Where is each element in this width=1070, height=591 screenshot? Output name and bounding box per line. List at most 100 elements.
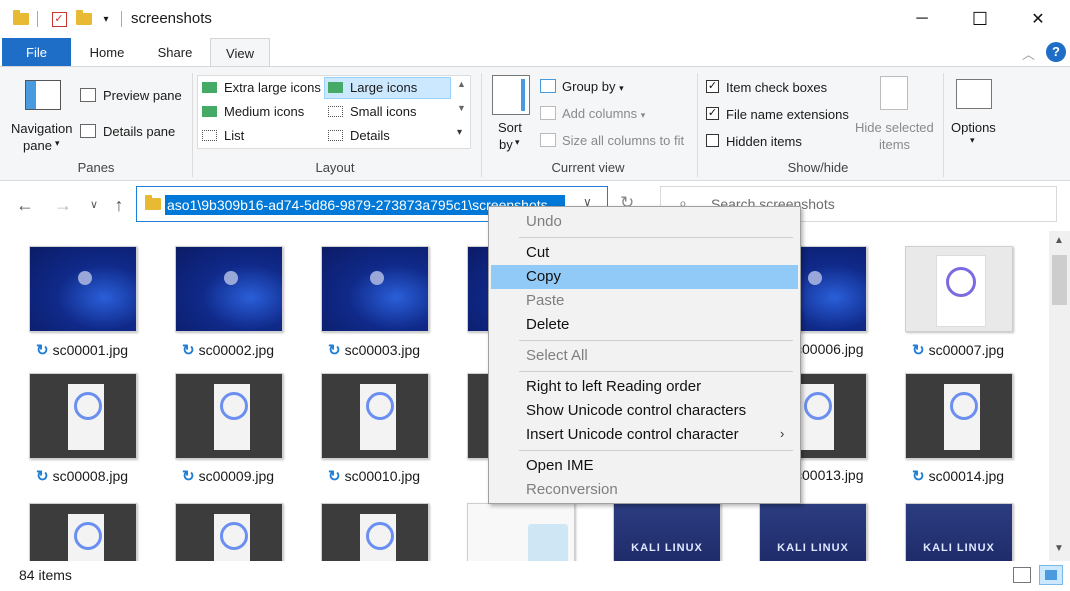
options-icon (956, 79, 992, 109)
close-button[interactable]: ✕ (1009, 0, 1067, 38)
maximize-button[interactable]: ☐ (951, 0, 1009, 38)
file-name: sc00014.jpg (928, 468, 1005, 484)
details-pane-button[interactable]: Details pane (103, 124, 175, 139)
file-item[interactable]: ↻ sc00010.jpg (328, 467, 420, 485)
chevron-down-icon: ▾ (515, 137, 520, 147)
extra-large-icons-option[interactable]: Extra large icons (202, 80, 321, 95)
ribbon-tabs: File Home Share View ︿ ? (0, 38, 1070, 67)
file-thumbnail[interactable] (29, 503, 137, 561)
file-thumbnail[interactable]: KALI LINUX (613, 503, 721, 561)
file-item[interactable]: ↻ sc00003.jpg (328, 341, 420, 359)
chevron-down-icon: ▾ (55, 138, 60, 148)
file-thumbnail[interactable] (175, 503, 283, 561)
navigation-pane-button[interactable]: Navigation pane ▾ (8, 71, 76, 159)
vertical-scrollbar[interactable]: ▲ ▼ (1049, 231, 1070, 561)
file-name-extensions-checkbox[interactable]: ✓ (706, 107, 719, 120)
file-thumbnail[interactable]: KALI LINUX (905, 503, 1013, 561)
file-item[interactable]: ↻ sc00001.jpg (36, 341, 128, 359)
sync-icon: ↻ (912, 342, 925, 359)
layout-scroll-up-icon[interactable]: ▲ (457, 79, 466, 89)
details-pane-icon (80, 124, 96, 138)
item-check-boxes-checkbox[interactable]: ✓ (706, 80, 719, 93)
large-icons-view-icon[interactable] (1039, 565, 1063, 585)
tab-home[interactable]: Home (78, 38, 136, 66)
window-title: screenshots (131, 10, 212, 27)
properties-icon[interactable]: ✓ (50, 10, 68, 28)
sort-by-button[interactable]: Sort (498, 120, 522, 135)
size-columns-icon (540, 133, 556, 147)
medium-icons-option[interactable]: Medium icons (202, 104, 304, 119)
file-thumbnail[interactable] (905, 373, 1013, 459)
navigation-pane-label: Navigation (11, 121, 73, 136)
chevron-down-icon: ▾ (970, 135, 975, 145)
file-thumbnail[interactable] (467, 503, 575, 561)
help-icon[interactable]: ? (1046, 42, 1066, 62)
file-item[interactable]: ↻ sc00008.jpg (36, 467, 128, 485)
file-thumbnail[interactable] (29, 373, 137, 459)
size-all-columns-button[interactable]: Size all columns to fit (562, 133, 684, 148)
file-item[interactable]: ↻ sc00014.jpg (912, 467, 1004, 485)
tab-share[interactable]: Share (146, 38, 204, 66)
add-columns-button[interactable]: Add columns ▾ (562, 106, 645, 121)
forward-arrow-icon[interactable]: → (53, 195, 73, 215)
file-thumbnail[interactable] (321, 503, 429, 561)
details-view-icon[interactable] (1013, 567, 1031, 583)
item-check-boxes-label: Item check boxes (726, 80, 828, 95)
file-item[interactable]: ↻ sc00007.jpg (912, 341, 1004, 359)
hidden-items-label: Hidden items (726, 134, 802, 149)
back-arrow-icon[interactable]: ← (15, 195, 35, 215)
file-thumbnail[interactable] (905, 246, 1013, 332)
minimize-button[interactable]: ─ (893, 0, 951, 38)
folder-icon (145, 195, 161, 210)
menu-item-rtl-reading-order[interactable]: Right to left Reading order (491, 375, 798, 399)
group-label-layout: Layout (315, 160, 355, 175)
file-thumbnail[interactable] (29, 246, 137, 332)
options-button[interactable]: Options (951, 120, 996, 135)
file-item[interactable]: ↻ sc00009.jpg (182, 467, 274, 485)
sync-icon: ↻ (328, 468, 341, 485)
hide-selected-label2: items (879, 137, 911, 152)
customize-toolbar-icon[interactable]: ▾ (100, 10, 112, 28)
preview-pane-button[interactable]: Preview pane (103, 88, 182, 103)
recent-locations-chevron-icon[interactable]: ∨ (84, 195, 104, 215)
menu-item-open-ime[interactable]: Open IME (491, 454, 798, 478)
file-name: sc00002.jpg (198, 342, 275, 358)
details-option[interactable]: Details (328, 128, 390, 143)
small-icons-option[interactable]: Small icons (328, 104, 416, 119)
menu-item-copy[interactable]: Copy (491, 265, 798, 289)
tab-file[interactable]: File (2, 38, 71, 66)
group-by-button[interactable]: Group by ▾ (562, 79, 624, 94)
large-icons-option[interactable]: Large icons (328, 80, 417, 95)
scrollbar-thumb[interactable] (1052, 255, 1067, 305)
file-thumbnail[interactable]: KALI LINUX (759, 503, 867, 561)
file-thumbnail[interactable] (321, 246, 429, 332)
menu-item-insert-unicode-char[interactable]: Insert Unicode control character (491, 423, 798, 447)
menu-item-undo[interactable]: Undo (491, 210, 798, 234)
item-count: 84 items (19, 567, 72, 583)
file-item[interactable]: ↻ sc00002.jpg (182, 341, 274, 359)
tab-view[interactable]: View (210, 38, 270, 67)
scroll-up-icon[interactable]: ▲ (1054, 235, 1064, 246)
menu-item-delete[interactable]: Delete (491, 313, 798, 337)
hide-selected-items-button[interactable]: Hide selected (855, 120, 934, 135)
layout-more-icon[interactable]: ▾ (457, 127, 462, 138)
file-thumbnail[interactable] (175, 373, 283, 459)
file-thumbnail[interactable] (321, 373, 429, 459)
group-label-show-hide: Show/hide (787, 160, 849, 175)
sync-icon: ↻ (36, 468, 49, 485)
list-option[interactable]: List (202, 128, 244, 143)
collapse-ribbon-icon[interactable]: ︿ (1022, 44, 1035, 63)
menu-item-cut[interactable]: Cut (491, 241, 798, 265)
layout-scroll-down-icon[interactable]: ▼ (457, 103, 466, 113)
menu-item-show-unicode-chars[interactable]: Show Unicode control characters (491, 399, 798, 423)
up-arrow-icon[interactable]: ↑ (109, 195, 129, 215)
menu-item-reconversion[interactable]: Reconversion (491, 478, 798, 502)
group-label-current-view: Current view (551, 160, 625, 175)
hidden-items-checkbox[interactable] (706, 134, 719, 147)
new-folder-icon[interactable] (76, 10, 92, 28)
file-name-extensions-label: File name extensions (726, 107, 849, 122)
menu-item-paste[interactable]: Paste (491, 289, 798, 313)
file-thumbnail[interactable] (175, 246, 283, 332)
menu-item-select-all[interactable]: Select All (491, 344, 798, 368)
scroll-down-icon[interactable]: ▼ (1054, 543, 1064, 554)
